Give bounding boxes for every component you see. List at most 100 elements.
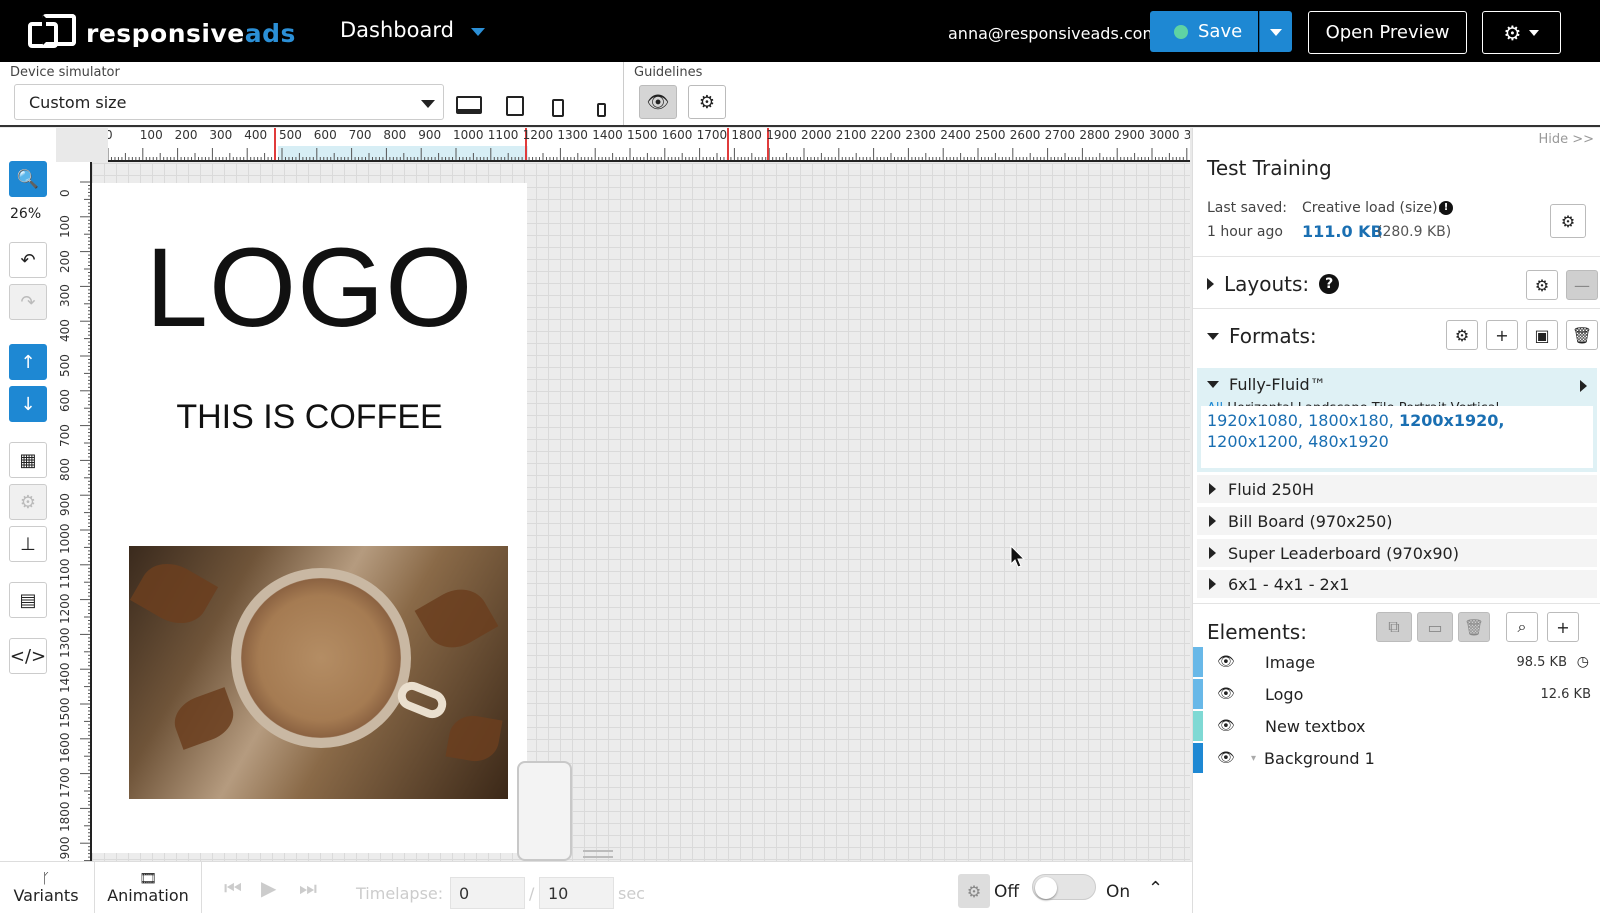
save-dropdown-button[interactable] — [1259, 11, 1292, 52]
layouts-settings-button[interactable]: ⚙ — [1526, 270, 1558, 300]
save-format-button[interactable]: ▣ — [1526, 320, 1558, 350]
clock-icon[interactable]: ◷ — [1577, 654, 1589, 670]
format-item[interactable]: Fluid 250H — [1197, 475, 1597, 503]
guidelines-visibility-button[interactable]: 👁 — [639, 85, 677, 119]
leaf-icon — [168, 687, 240, 750]
element-row[interactable]: 👁 Image 98.5 KB ◷ — [1193, 647, 1600, 677]
project-settings-button[interactable]: ⚙ — [1550, 204, 1586, 238]
floppy-icon: ▣ — [1534, 325, 1550, 345]
document-button[interactable]: ▤ — [9, 582, 47, 618]
ruler-tick-label: 700 — [348, 128, 372, 142]
small-phone-icon[interactable] — [597, 103, 606, 117]
timeline-bar: ᚴ Variants 🎞 Animation ⏮ ▶ ⏭ Timelapse: … — [0, 850, 1192, 913]
timeline-settings-button[interactable]: ⚙ — [958, 874, 990, 908]
ad-logo-text[interactable]: LOGO — [92, 223, 527, 352]
guidelines-label: Guidelines — [634, 65, 703, 80]
undo-button[interactable]: ↶ — [9, 242, 47, 278]
chevron-up-icon[interactable]: ⌃ — [1148, 878, 1163, 899]
element-row[interactable]: 👁 ▾ Background 1 — [1193, 743, 1600, 773]
format-item[interactable]: Bill Board (970x250) — [1197, 507, 1597, 535]
group-element-button[interactable]: ▭ — [1417, 612, 1453, 642]
save-button[interactable]: Save — [1150, 11, 1258, 52]
redo-button[interactable]: ↷ — [9, 284, 47, 320]
dashboard-menu[interactable]: Dashboard — [340, 18, 454, 42]
format-item[interactable]: Super Leaderboard (970x90) — [1197, 539, 1597, 567]
formats-header[interactable]: Formats: — [1207, 324, 1317, 348]
settings-menu-button[interactable]: ⚙ — [1482, 11, 1561, 54]
eye-icon[interactable]: 👁 — [1217, 654, 1241, 670]
hide-panel-link[interactable]: Hide >> — [1538, 132, 1594, 147]
save-label: Save — [1198, 21, 1243, 42]
horizontal-ruler[interactable]: 0 100 200 300 400 500 600 700 800 900 100011001200… — [108, 128, 1190, 162]
animation-tab[interactable]: 🎞 Animation — [94, 862, 202, 913]
variants-tab[interactable]: ᚴ Variants — [8, 862, 84, 913]
cup-handle-shape — [393, 677, 451, 723]
dashboard-caret-icon[interactable] — [471, 28, 485, 36]
delete-format-button[interactable]: 🗑 — [1566, 320, 1598, 350]
eye-icon: 👁 — [646, 91, 670, 113]
eye-icon[interactable]: 👁 — [1217, 718, 1241, 734]
format-item[interactable]: 6x1 - 4x1 - 2x1 — [1197, 570, 1597, 598]
ad-artboard[interactable]: LOGO THIS IS COFFEE — [92, 183, 527, 853]
divider — [1193, 603, 1600, 604]
ruler-tick-label: 2000 — [801, 128, 832, 142]
animation-toggle[interactable] — [1032, 874, 1096, 900]
ruler-tick-label: 1600 — [58, 732, 72, 763]
resize-handle[interactable] — [517, 761, 572, 861]
element-row[interactable]: 👁 Logo 12.6 KB — [1193, 679, 1600, 709]
skip-forward-icon[interactable]: ⏭ — [299, 876, 317, 900]
open-preview-button[interactable]: Open Preview — [1308, 11, 1467, 54]
ruler-tick-label: 1000 — [58, 523, 72, 554]
add-element-button[interactable]: + — [1547, 612, 1579, 642]
format-fully-fluid[interactable]: Fully-Fluid™ All Horizontal Landscape Ti… — [1197, 368, 1597, 472]
coffee-image[interactable] — [129, 546, 508, 799]
element-row[interactable]: 👁 New textbox — [1193, 711, 1600, 741]
eye-icon[interactable]: 👁 — [1217, 750, 1241, 766]
move-layer-down-button[interactable]: ↓ — [9, 386, 47, 422]
component-icon: ⚙ — [19, 491, 37, 513]
chevron-down-icon — [1529, 29, 1540, 36]
delete-element-button[interactable]: 🗑 — [1458, 612, 1490, 642]
duplicate-element-button[interactable]: ⧉ — [1376, 612, 1412, 642]
device-select[interactable]: Custom size — [14, 84, 444, 120]
ad-tagline[interactable]: THIS IS COFFEE — [92, 398, 527, 437]
phone-icon[interactable] — [552, 99, 564, 117]
eye-icon[interactable]: 👁 — [1217, 686, 1241, 702]
ruler-tick-label: 300 — [209, 128, 233, 142]
format-fully-fluid-header[interactable]: Fully-Fluid™ — [1207, 375, 1326, 394]
layouts-collapse-button[interactable]: — — [1566, 270, 1598, 300]
grid-view-button[interactable]: ▦ — [9, 442, 47, 478]
caret-right-icon[interactable] — [1580, 380, 1587, 392]
info-icon[interactable]: ! — [1439, 201, 1453, 215]
design-canvas[interactable]: LOGO THIS IS COFFEE — [92, 163, 1190, 861]
layouts-header[interactable]: Layouts: ? — [1207, 272, 1340, 296]
drag-handle[interactable] — [583, 850, 613, 858]
search-elements-button[interactable]: ⌕ — [1506, 612, 1538, 642]
timelapse-start-input[interactable]: 0 — [450, 877, 525, 909]
format-sizes[interactable]: 1920x1080, 1800x180, 1200x1920, 1200x120… — [1201, 406, 1593, 456]
caret-down-icon[interactable]: ▾ — [1251, 753, 1256, 764]
code-button[interactable]: </> — [9, 638, 47, 674]
brand-logo[interactable]: responsiveads — [28, 14, 296, 52]
vertical-ruler[interactable]: 0 100 200 300 400 500 600 700 800 900 1000 1100 1200… — [56, 162, 92, 862]
ruler-tick-label: 2100 — [835, 128, 867, 142]
ruler-tick-label: 600 — [313, 128, 337, 142]
add-format-button[interactable]: + — [1486, 320, 1518, 350]
ruler-tick-label: 2400 — [940, 128, 971, 142]
guidelines-settings-button[interactable]: ⚙ — [688, 85, 726, 119]
ruler-tick-label: 800 — [383, 128, 407, 142]
ruler-tick-label: 500 — [58, 354, 72, 377]
timelapse-total-input[interactable]: 10 — [539, 877, 614, 909]
move-layer-up-button[interactable]: ↑ — [9, 344, 47, 380]
component-button[interactable]: ⚙ — [9, 484, 47, 520]
play-icon[interactable]: ▶ — [261, 876, 276, 900]
formats-settings-button[interactable]: ⚙ — [1446, 320, 1478, 350]
tablet-icon[interactable] — [506, 96, 524, 116]
hierarchy-button[interactable]: ⊥ — [9, 526, 47, 562]
leaf-icon — [129, 552, 219, 635]
zoom-button[interactable]: 🔍 — [9, 161, 47, 197]
skip-back-icon[interactable]: ⏮ — [224, 876, 242, 900]
desktop-icon[interactable] — [456, 96, 482, 114]
help-icon[interactable]: ? — [1319, 274, 1340, 294]
ruler-tick-label: 0 — [58, 189, 72, 197]
